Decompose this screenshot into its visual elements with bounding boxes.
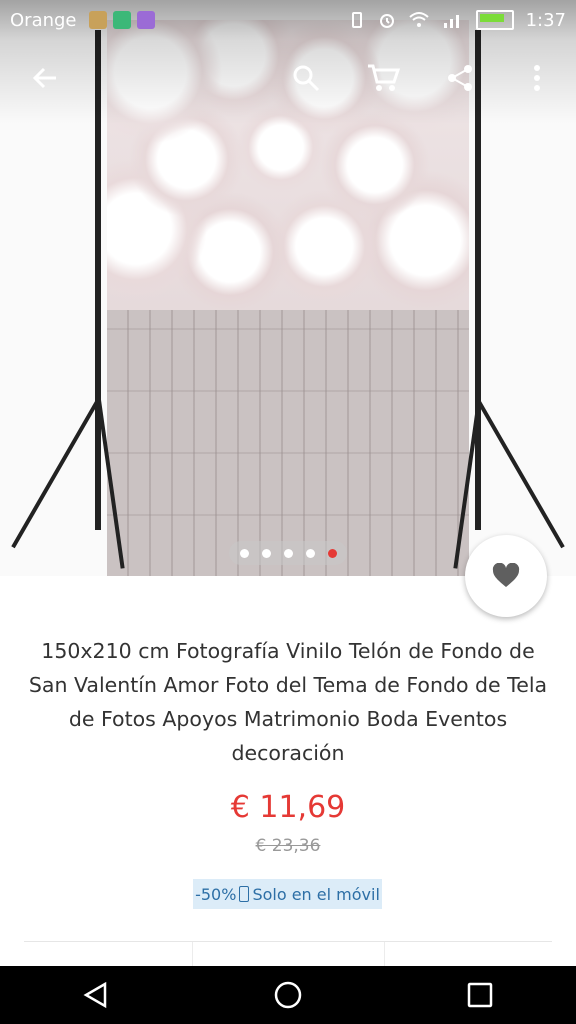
carrier-label: Orange [10,9,77,31]
arrow-left-icon [32,67,56,89]
nav-home-button[interactable] [258,966,318,1024]
pager-dot[interactable] [283,548,293,558]
nav-back-button[interactable] [66,966,126,1024]
discount-percent: -50% [195,884,237,904]
search-icon [293,65,320,92]
image-pager [229,541,347,565]
mobile-discount-badge: -50% Solo en el móvil [193,879,382,909]
alarm-icon [379,14,394,28]
wooden-floor [107,310,469,576]
system-nav-bar [0,966,576,1024]
product-title: 150x210 cm Fotografía Vinilo Telón de Fo… [28,639,548,765]
nav-recents-button[interactable] [450,966,510,1024]
notification-app-icon [88,11,107,29]
notification-app-icon [112,11,131,29]
notification-icons [88,11,155,29]
pager-dot[interactable] [305,548,315,558]
pager-dot-active[interactable] [327,548,337,558]
phone-icon [239,886,250,902]
product-price: € 11,69 [230,790,346,825]
pager-dot[interactable] [239,548,249,558]
stand-leg [11,399,100,549]
status-bar: Orange 1:37 [0,0,576,40]
square-recents-icon [467,982,493,1008]
circle-home-icon [274,981,302,1009]
pager-dot[interactable] [261,548,271,558]
clock: 1:37 [525,9,566,31]
tab-separator [192,942,193,966]
tab-separator [384,942,385,966]
cart-icon [368,64,400,91]
cart-button[interactable] [363,58,403,98]
back-button[interactable] [25,58,65,98]
search-button[interactable] [286,58,326,98]
heart-icon [492,563,520,587]
share-button[interactable] [440,58,480,98]
toolbar [0,40,576,124]
favorite-button[interactable] [465,535,547,617]
share-icon [448,65,472,91]
notification-app-icon [136,11,155,29]
wifi-icon [408,12,429,27]
more-vertical-icon [534,65,540,91]
stand-leg [476,399,565,549]
more-options-button[interactable] [517,58,557,98]
battery-icon [475,10,514,30]
section-tabs [0,942,576,966]
original-price: € 23,36 [255,836,321,856]
signal-icon [443,15,459,28]
vibrate-icon [351,12,362,28]
triangle-back-icon [83,981,107,1009]
promo-label: Solo en el móvil [252,884,380,904]
